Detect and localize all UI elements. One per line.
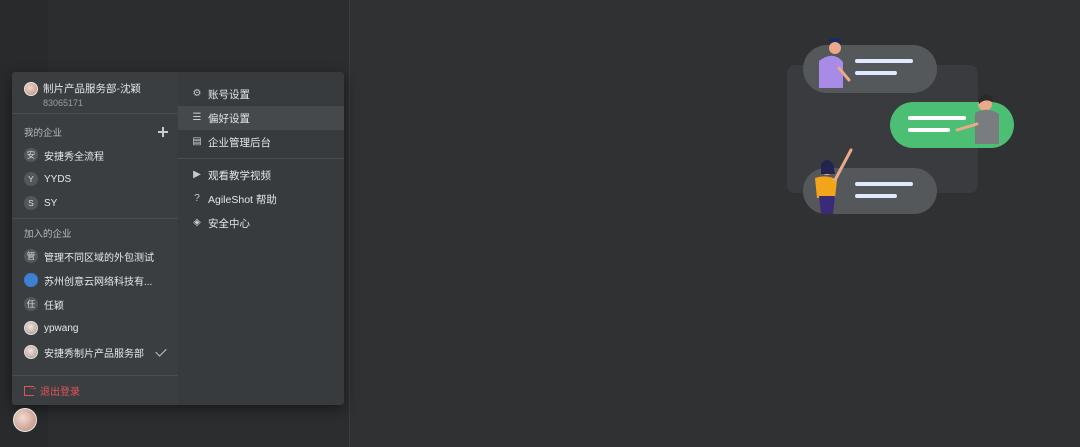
menu-item-preferences[interactable]: ☰ 偏好设置 <box>178 106 344 130</box>
user-dropdown-menu: 制片产品服务部-沈颖 83065171 我的企业 安 安捷秀全流程 Y YYDS… <box>12 72 344 405</box>
org-badge: 安 <box>24 148 38 162</box>
org-badge: 任 <box>24 297 38 311</box>
org-item[interactable]: 管 管理不同区域的外包测试 <box>12 244 178 268</box>
user-info: 制片产品服务部-沈颖 83065171 <box>12 72 178 114</box>
divider <box>178 158 344 159</box>
play-icon: ▶ <box>193 169 201 180</box>
divider <box>12 218 178 219</box>
menu-item-security-center[interactable]: ◈ 安全中心 <box>178 211 344 235</box>
user-avatar <box>24 81 38 96</box>
menu-item-help[interactable]: ? AgileShot 帮助 <box>178 187 344 211</box>
menu-item-label: 偏好设置 <box>208 112 250 125</box>
shield-icon: ◈ <box>193 217 201 228</box>
org-label: 任颖 <box>44 300 64 312</box>
menu-item-tutorial-videos[interactable]: ▶ 观看教学视频 <box>178 163 344 187</box>
org-item[interactable]: ypwang <box>12 316 178 340</box>
org-label: 苏州创意云网络科技有... <box>44 276 153 288</box>
logout-icon <box>24 382 38 396</box>
user-id: 83065171 <box>43 98 84 108</box>
org-badge: Y <box>24 172 38 186</box>
chat-illustration <box>787 38 1014 214</box>
menu-item-label: AgileShot 帮助 <box>208 193 277 206</box>
org-item[interactable]: 任 任颖 <box>12 292 178 316</box>
menu-item-account-settings[interactable]: ⚙ 账号设置 <box>178 82 344 106</box>
my-orgs-label: 我的企业 <box>24 128 63 139</box>
logout-button[interactable]: 退出登录 <box>12 375 178 405</box>
org-label: SY <box>44 197 58 209</box>
sliders-icon: ☰ <box>192 112 202 123</box>
menu-item-label: 安全中心 <box>208 217 250 230</box>
org-item[interactable]: 安 安捷秀全流程 <box>12 143 178 167</box>
org-item[interactable]: 苏州创意云网络科技有... <box>12 268 178 292</box>
org-label: 安捷秀制片产品服务部 <box>44 348 144 360</box>
org-avatar-icon <box>24 345 38 359</box>
menu-item-admin-console[interactable]: ▤ 企业管理后台 <box>178 130 344 154</box>
my-orgs-header: 我的企业 <box>12 121 178 143</box>
gear-icon: ⚙ <box>192 88 202 99</box>
menu-item-label: 观看教学视频 <box>208 169 271 182</box>
admin-icon: ▤ <box>192 136 202 147</box>
logout-label: 退出登录 <box>40 387 80 398</box>
org-label: 安捷秀全流程 <box>44 151 104 163</box>
org-item[interactable]: S SY <box>12 191 178 215</box>
org-logo-icon <box>24 273 38 287</box>
help-icon: ? <box>194 193 200 204</box>
user-name: 制片产品服务部-沈颖 <box>43 83 141 95</box>
org-item-selected[interactable]: 安捷秀制片产品服务部 <box>12 340 178 364</box>
org-label: ypwang <box>44 322 79 334</box>
org-label: 管理不同区域的外包测试 <box>44 252 154 264</box>
add-org-icon[interactable] <box>158 127 168 137</box>
org-label: YYDS <box>44 173 72 185</box>
menu-item-label: 账号设置 <box>208 88 250 101</box>
menu-item-label: 企业管理后台 <box>208 136 271 149</box>
org-item[interactable]: Y YYDS <box>12 167 178 191</box>
org-badge: 管 <box>24 249 38 263</box>
joined-orgs-header: 加入的企业 <box>12 222 178 244</box>
settings-menu: ⚙ 账号设置 ☰ 偏好设置 ▤ 企业管理后台 ▶ 观看教学视频 ? AgileS… <box>178 72 344 405</box>
org-switcher-panel: 制片产品服务部-沈颖 83065171 我的企业 安 安捷秀全流程 Y YYDS… <box>12 72 178 405</box>
joined-orgs-label: 加入的企业 <box>24 229 72 240</box>
profile-avatar-button[interactable] <box>13 408 37 432</box>
org-avatar-icon <box>24 321 38 335</box>
org-badge: S <box>24 196 38 210</box>
check-icon <box>155 344 167 357</box>
